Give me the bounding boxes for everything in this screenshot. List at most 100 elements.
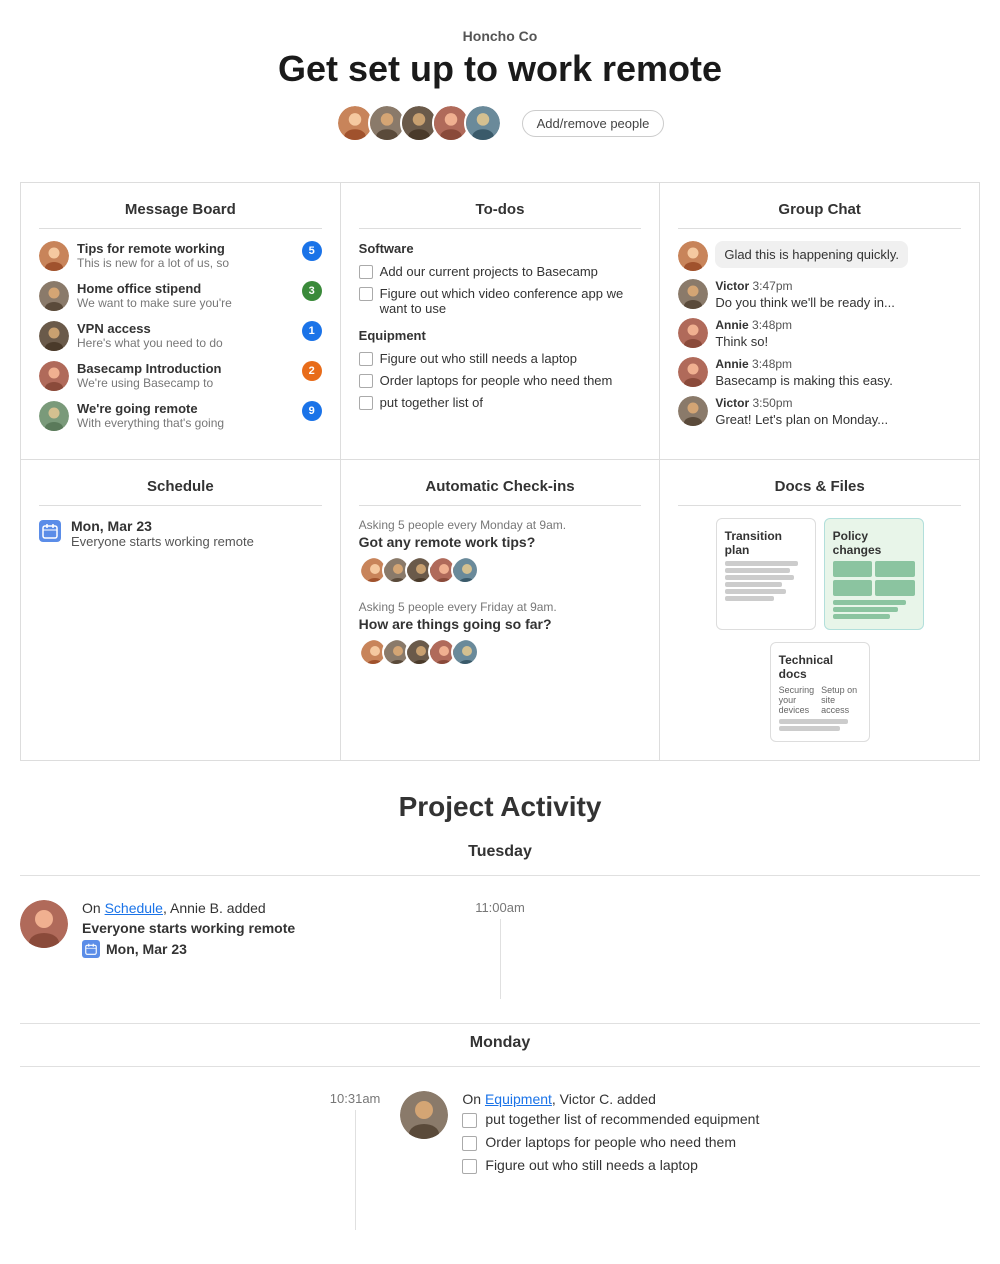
chat-item: Victor 3:50pm Great! Let's plan on Monda… (678, 396, 961, 427)
todo-checkbox[interactable] (462, 1136, 477, 1151)
schedule-event-info: Mon, Mar 23 Everyone starts working remo… (71, 518, 254, 549)
todo-checkbox[interactable] (359, 374, 373, 388)
doc-preview: Securingyourdevices Setup onsiteaccess (779, 685, 861, 715)
event-date-label: Mon, Mar 23 (106, 941, 187, 957)
message-preview: With everything that's going (77, 416, 294, 430)
activity-link[interactable]: Schedule (105, 900, 163, 916)
todo-checkbox[interactable] (359, 352, 373, 366)
docs-grid: Transition plan Policy changes (678, 518, 961, 742)
message-title: We're going remote (77, 401, 294, 416)
list-item[interactable]: Add our current projects to Basecamp (359, 264, 642, 279)
activity-event: Mon, Mar 23 (82, 940, 455, 958)
list-item[interactable]: put together list of (359, 395, 642, 410)
schedule-description: Everyone starts working remote (71, 534, 254, 549)
activity-entry: 10:31am On Equipment, Victor C. added pu… (20, 1077, 980, 1244)
message-preview: This is new for a lot of us, so (77, 256, 294, 270)
schedule-date: Mon, Mar 23 (71, 518, 254, 534)
avatar (39, 241, 69, 271)
todo-checkbox[interactable] (462, 1113, 477, 1128)
activity-prefix: On (462, 1091, 485, 1107)
chat-name: Annie (715, 357, 748, 371)
list-item[interactable]: Tips for remote working This is new for … (39, 241, 322, 271)
checkin-avatars (359, 638, 642, 666)
message-content: Home office stipend We want to make sure… (77, 281, 294, 310)
doc-preview (833, 561, 915, 596)
doc-card[interactable]: Transition plan (716, 518, 816, 630)
list-item[interactable]: Basecamp Introduction We're using Baseca… (39, 361, 322, 391)
chat-message: Great! Let's plan on Monday... (715, 412, 888, 427)
activity-suffix: , Annie B. added (163, 900, 266, 916)
message-content: Basecamp Introduction We're using Baseca… (77, 361, 294, 390)
avatar (678, 241, 708, 271)
todo-checkbox[interactable] (359, 396, 373, 410)
checkin-item: Asking 5 people every Friday at 9am. How… (359, 600, 642, 666)
todo-text: Add our current projects to Basecamp (380, 264, 598, 279)
chat-message: Think so! (715, 334, 792, 349)
message-board-panel: Message Board Tips for remote working Th… (21, 183, 341, 460)
page-title: Get set up to work remote (20, 48, 980, 90)
todo-text: Figure out who still needs a laptop (380, 351, 577, 366)
company-name: Honcho Co (20, 28, 980, 44)
doc-card[interactable]: Technical docs Securingyourdevices Setup… (770, 642, 870, 742)
schedule-event[interactable]: Mon, Mar 23 Everyone starts working remo… (39, 518, 322, 549)
activity-prefix: On (82, 900, 105, 916)
chat-time: 3:48pm (752, 357, 792, 371)
list-item[interactable]: Order laptops for people who need them (359, 373, 642, 388)
chat-content: Victor 3:47pm Do you think we'll be read… (715, 279, 895, 310)
todo-text: Order laptops for people who need them (380, 373, 613, 388)
avatar (678, 279, 708, 309)
message-badge: 5 (302, 241, 322, 261)
chat-content: Victor 3:50pm Great! Let's plan on Monda… (715, 396, 888, 427)
todo-checkbox[interactable] (462, 1159, 477, 1174)
checkins-panel: Automatic Check-ins Asking 5 people ever… (341, 460, 661, 761)
list-item[interactable]: Home office stipend We want to make sure… (39, 281, 322, 311)
doc-title: Technical docs (779, 653, 861, 681)
message-content: VPN access Here's what you need to do (77, 321, 294, 350)
message-preview: Here's what you need to do (77, 336, 294, 350)
message-title: Tips for remote working (77, 241, 294, 256)
add-remove-people-button[interactable]: Add/remove people (522, 110, 665, 137)
list-item[interactable]: We're going remote With everything that'… (39, 401, 322, 431)
message-badge: 3 (302, 281, 322, 301)
todo-text: put together list of recommended equipme… (485, 1111, 759, 1127)
message-board-title: Message Board (39, 201, 322, 229)
activity-section-title: Project Activity (20, 791, 980, 823)
doc-card[interactable]: Policy changes (824, 518, 924, 630)
avatar (39, 281, 69, 311)
activity-title-text: Everyone starts working remote (82, 920, 455, 936)
list-item[interactable]: Figure out which video conference app we… (359, 286, 642, 316)
todo-text: Figure out which video conference app we… (380, 286, 642, 316)
activity-day-label: Tuesday (20, 843, 980, 861)
list-item[interactable]: VPN access Here's what you need to do 1 (39, 321, 322, 351)
chat-content: Annie 3:48pm Basecamp is making this eas… (715, 357, 893, 388)
chat-time: 3:47pm (752, 279, 792, 293)
avatar (400, 1091, 448, 1139)
chat-name: Annie (715, 318, 748, 332)
todos-panel: To-dos Software Add our current projects… (341, 183, 661, 460)
list-item: put together list of recommended equipme… (462, 1111, 980, 1128)
chat-name: Victor (715, 279, 749, 293)
checkin-question: How are things going so far? (359, 616, 642, 632)
docs-panel: Docs & Files Transition plan Policy chan… (660, 460, 980, 761)
chat-content: Annie 3:48pm Think so! (715, 318, 792, 349)
list-item[interactable]: Figure out who still needs a laptop (359, 351, 642, 366)
todo-text: Figure out who still needs a laptop (485, 1157, 697, 1173)
checkins-title: Automatic Check-ins (359, 478, 642, 506)
schedule-title: Schedule (39, 478, 322, 506)
activity-time: 11:00am (475, 900, 525, 915)
activity-link[interactable]: Equipment (485, 1091, 552, 1107)
todos-title: To-dos (359, 201, 642, 229)
avatar (678, 396, 708, 426)
panels-grid-row1: Message Board Tips for remote working Th… (20, 182, 980, 460)
todo-checkbox[interactable] (359, 287, 373, 301)
avatar (678, 357, 708, 387)
chat-message: Glad this is happening quickly. (715, 241, 908, 268)
message-content: We're going remote With everything that'… (77, 401, 294, 430)
activity-description: On Schedule, Annie B. added Everyone sta… (82, 900, 455, 958)
todo-checkbox[interactable] (359, 265, 373, 279)
panels-grid-row2: Schedule Mon, Mar 23 Everyone starts wor… (20, 460, 980, 761)
message-badge: 2 (302, 361, 322, 381)
doc-preview (725, 561, 807, 601)
activity-day-label: Monday (20, 1034, 980, 1052)
avatar (464, 104, 502, 142)
